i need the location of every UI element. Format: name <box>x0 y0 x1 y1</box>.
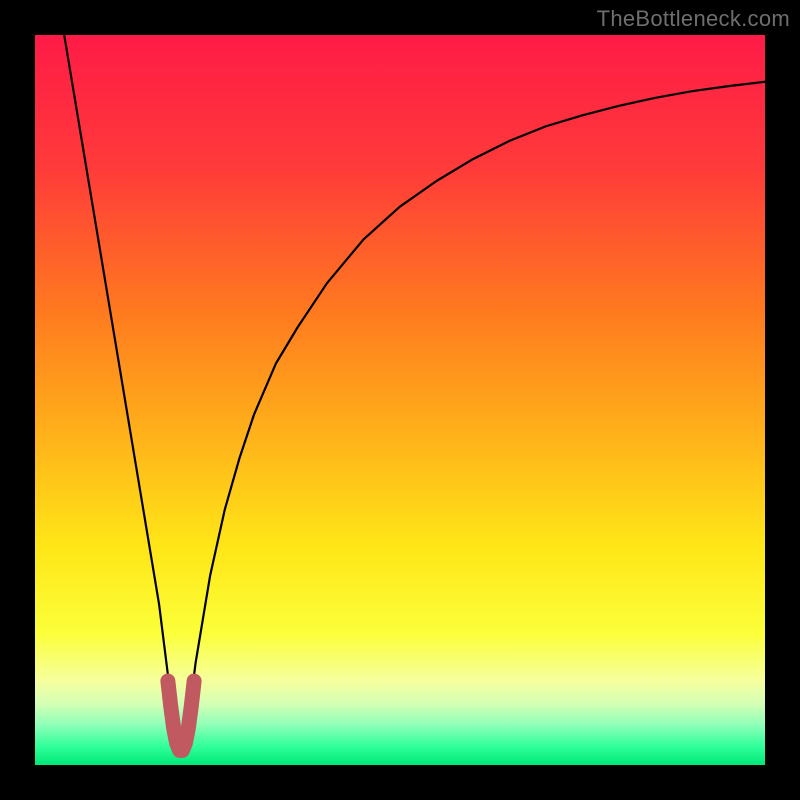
watermark-text: TheBottleneck.com <box>597 6 790 32</box>
optimum-marker <box>168 681 194 750</box>
plot-area <box>35 35 765 765</box>
chart-frame: TheBottleneck.com <box>0 0 800 800</box>
bottleneck-curve <box>64 35 765 754</box>
curve-layer <box>35 35 765 765</box>
